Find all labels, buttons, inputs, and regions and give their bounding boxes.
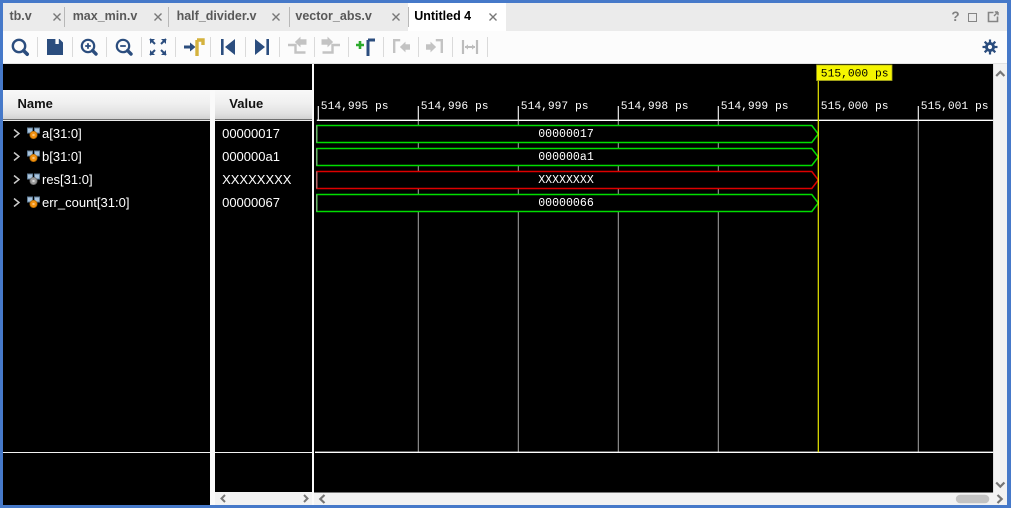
svg-text:XXXXXXXX: XXXXXXXX (538, 173, 594, 186)
svg-text:00000066: 00000066 (538, 196, 594, 209)
svg-text:514,995 ps: 514,995 ps (321, 101, 389, 113)
svg-text:514,997 ps: 514,997 ps (521, 101, 589, 113)
svg-text:515,001 ps: 515,001 ps (921, 101, 989, 113)
svg-text:000000a1: 000000a1 (538, 150, 594, 163)
svg-text:515,000 ps: 515,000 ps (821, 68, 889, 80)
svg-text:514,996 ps: 514,996 ps (421, 101, 489, 113)
svg-text:515,000 ps: 515,000 ps (821, 101, 889, 113)
svg-text:514,998 ps: 514,998 ps (621, 101, 689, 113)
svg-text:00000017: 00000017 (538, 127, 594, 140)
svg-text:514,999 ps: 514,999 ps (721, 101, 789, 113)
